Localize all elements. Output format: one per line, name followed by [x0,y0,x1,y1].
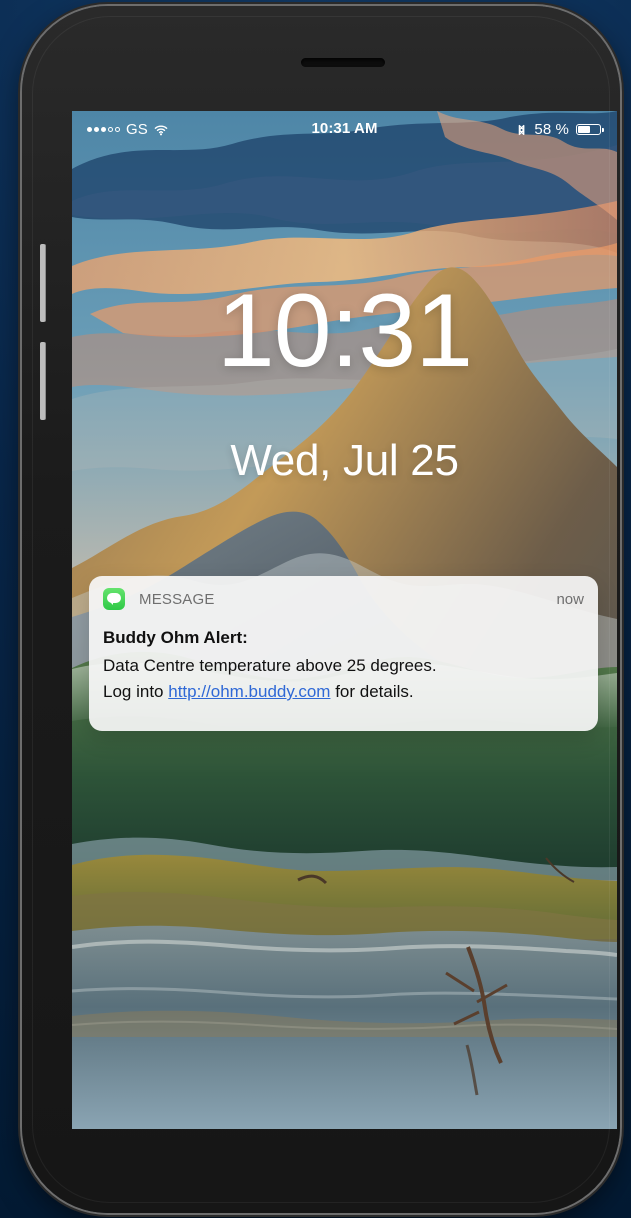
lock-time: 10:31 [216,273,473,389]
status-right: 58 % [517,121,604,138]
status-bar: GS 10:31 AM 58 % [72,111,617,145]
messages-app-icon [103,588,125,610]
battery-fill [578,126,590,133]
notification-card[interactable]: MESSAGE now Buddy Ohm Alert: Data Centre… [89,576,598,731]
lock-screen: GS 10:31 AM 58 % 10:31 Wed, Jul 25 MESSA… [72,111,617,1129]
notification-body-suffix: for details. [335,682,414,701]
notification-time: now [556,590,584,608]
notification-body-prefix: Log into [103,682,164,701]
battery-icon [576,124,604,135]
notification-title: Buddy Ohm Alert: [103,628,248,647]
phone-frame: GS 10:31 AM 58 % 10:31 Wed, Jul 25 MESSA… [22,6,620,1213]
notification-header: MESSAGE now [103,588,584,610]
battery-percentage: 58 % [534,121,569,138]
notification-body-line-2: Log into http://ohm.buddy.com for detail… [103,682,414,702]
speaker [301,58,385,67]
notification-app-name: MESSAGE [139,590,215,608]
volume-down-button[interactable] [40,342,46,420]
lock-date: Wed, Jul 25 [230,436,459,485]
bluetooth-icon [519,124,525,135]
notification-link[interactable]: http://ohm.buddy.com [168,682,330,701]
volume-up-button[interactable] [40,244,46,322]
notification-body-line-1: Data Centre temperature above 25 degrees… [103,656,437,675]
